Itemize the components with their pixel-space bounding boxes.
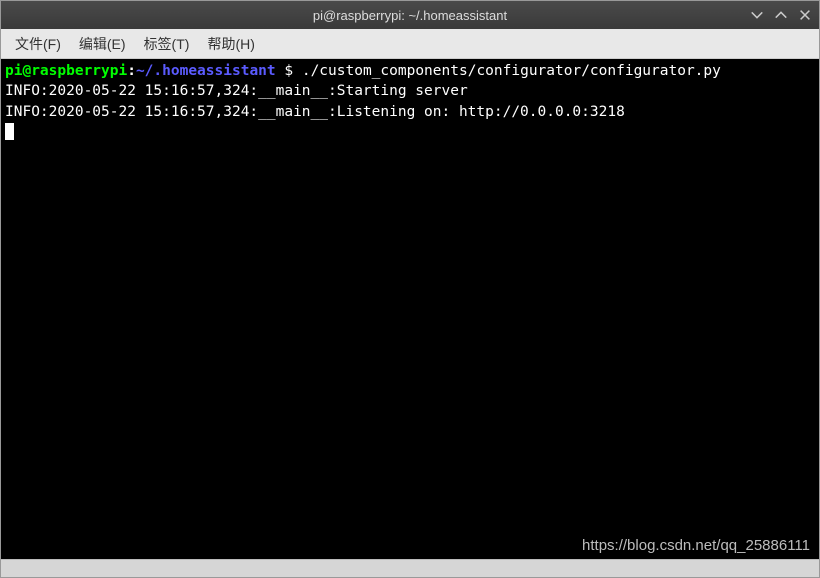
prompt-colon: : [127, 63, 136, 79]
prompt-line: pi@raspberrypi:~/.homeassistant $ ./cust… [5, 61, 815, 81]
prompt-path: ~/.homeassistant [136, 63, 276, 79]
titlebar: pi@raspberrypi: ~/.homeassistant [1, 1, 819, 29]
minimize-button[interactable] [749, 7, 765, 23]
chevron-up-icon [774, 8, 788, 22]
close-button[interactable] [797, 7, 813, 23]
maximize-button[interactable] [773, 7, 789, 23]
command-text: ./custom_components/configurator/configu… [302, 63, 721, 79]
statusbar [1, 559, 819, 577]
output-line: INFO:2020-05-22 15:16:57,324:__main__:St… [5, 81, 815, 101]
prompt-user: pi@raspberrypi [5, 63, 127, 79]
window-title: pi@raspberrypi: ~/.homeassistant [313, 8, 507, 23]
terminal-output[interactable]: pi@raspberrypi:~/.homeassistant $ ./cust… [1, 59, 819, 559]
chevron-down-icon [750, 8, 764, 22]
cursor [5, 123, 14, 140]
close-icon [798, 8, 812, 22]
window-controls [749, 1, 813, 29]
output-line: INFO:2020-05-22 15:16:57,324:__main__:Li… [5, 102, 815, 122]
menu-edit[interactable]: 编辑(E) [71, 30, 134, 58]
menu-help[interactable]: 帮助(H) [199, 30, 262, 58]
menu-file[interactable]: 文件(F) [7, 30, 69, 58]
menu-tabs[interactable]: 标签(T) [136, 30, 198, 58]
menubar: 文件(F) 编辑(E) 标签(T) 帮助(H) [1, 29, 819, 59]
terminal-window: pi@raspberrypi: ~/.homeassistant 文件(F) 编… [0, 0, 820, 578]
prompt-dollar: $ [276, 63, 302, 79]
